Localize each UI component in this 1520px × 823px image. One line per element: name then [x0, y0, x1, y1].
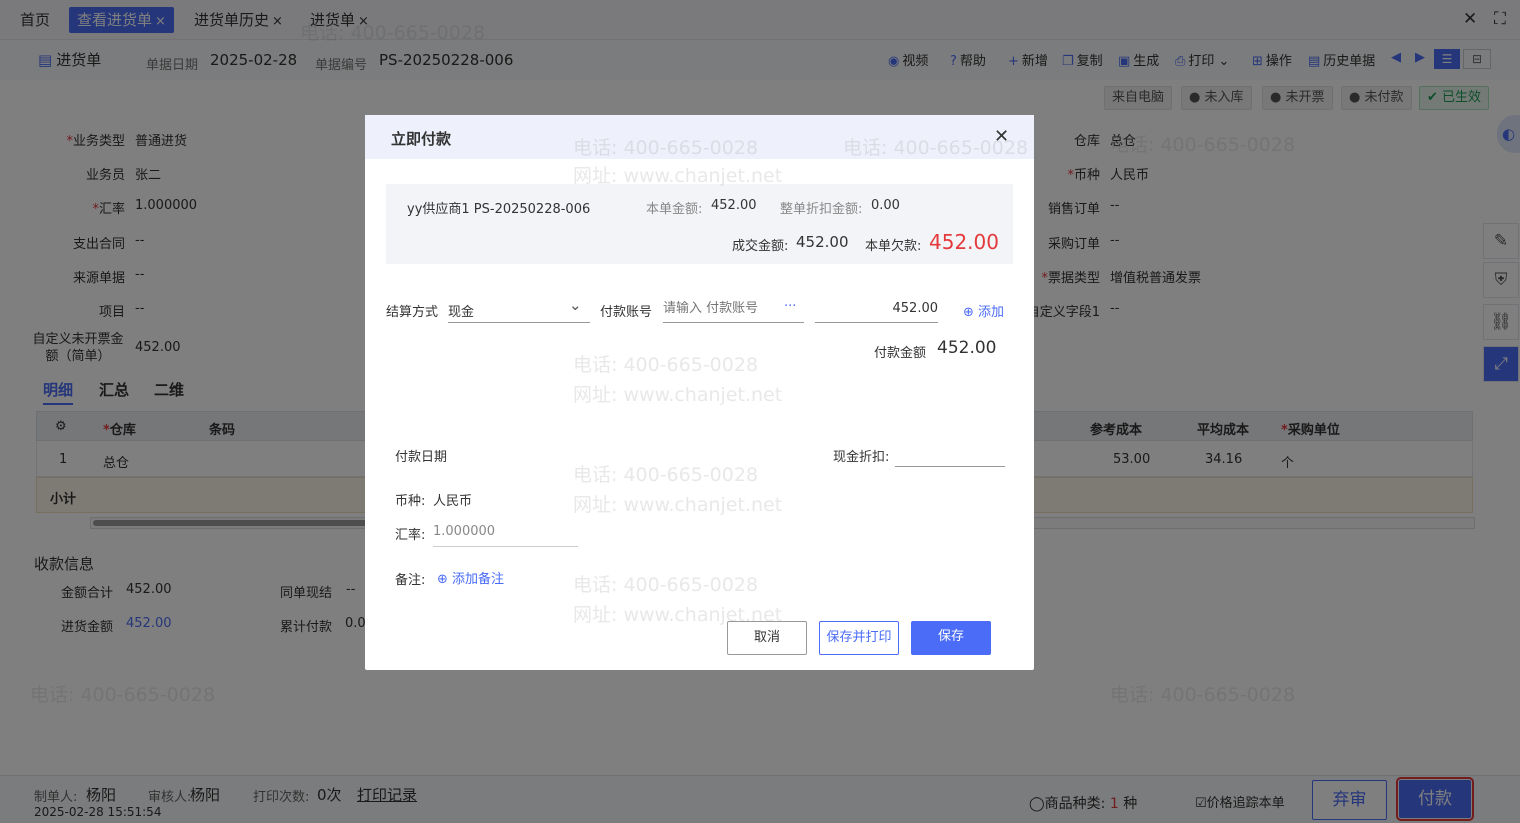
account-underline [663, 322, 804, 323]
discount-value: 0.00 [871, 198, 900, 213]
dialog-title: 立即付款 [391, 130, 452, 148]
watermark: 网址: www.chanjet.net [573, 384, 783, 406]
currency-value: 人民币 [433, 494, 473, 509]
rate-underline [433, 546, 578, 547]
account-label: 付款账号 [600, 305, 653, 320]
amount-underline [815, 322, 938, 323]
add-button[interactable]: ⊕ 添加 [963, 301, 1004, 320]
settle-underline [448, 322, 590, 323]
watermark: 电话: 400-665-0028 [573, 574, 759, 596]
owed-value: 452.00 [929, 230, 999, 254]
pay-now-dialog: 立即付款 ✕ yy供应商1 PS-20250228-006 本单金额: 452.… [365, 115, 1034, 670]
save-print-button[interactable]: 保存并打印 [819, 621, 899, 655]
cash-discount-input[interactable] [895, 466, 1005, 467]
more-icon[interactable]: ··· [784, 299, 796, 314]
watermark: 电话: 400-665-0028 [573, 354, 759, 376]
watermark: 网址: www.chanjet.net [573, 494, 783, 516]
close-icon[interactable]: ✕ [994, 126, 1009, 147]
cancel-button[interactable]: 取消 [727, 621, 807, 655]
pay-amount-value: 452.00 [937, 338, 997, 358]
dialog-header [365, 115, 1034, 159]
supplier-doc: yy供应商1 PS-20250228-006 [407, 202, 591, 217]
settle-label: 结算方式 [386, 305, 439, 320]
amount-value: 452.00 [711, 198, 757, 213]
pay-date-label: 付款日期 [395, 450, 448, 465]
save-button[interactable]: 保存 [911, 621, 991, 655]
deal-value: 452.00 [796, 233, 849, 251]
note-label: 备注: [395, 573, 426, 588]
rate-input[interactable]: 1.000000 [433, 524, 495, 539]
pay-amount-label: 付款金额 [874, 346, 927, 361]
add-circle-icon: ⊕ [963, 305, 974, 320]
currency-label: 币种: [395, 494, 426, 509]
amount-label: 本单金额: [646, 202, 703, 217]
watermark: 电话: 400-665-0028 [573, 464, 759, 486]
account-input[interactable] [663, 297, 773, 319]
cash-discount-label: 现金折扣: [833, 450, 890, 465]
owed-label: 本单欠款: [865, 239, 922, 254]
line-amount-input[interactable]: 452.00 [815, 301, 939, 316]
add-circle-icon: ⊕ [437, 572, 448, 587]
rate-label: 汇率: [395, 528, 426, 543]
chevron-down-icon[interactable]: ⌄ [569, 296, 582, 314]
settle-select[interactable]: 现金 [448, 301, 474, 320]
add-note-button[interactable]: ⊕ 添加备注 [437, 568, 504, 587]
discount-label: 整单折扣金额: [780, 202, 863, 217]
deal-label: 成交金额: [732, 239, 789, 254]
